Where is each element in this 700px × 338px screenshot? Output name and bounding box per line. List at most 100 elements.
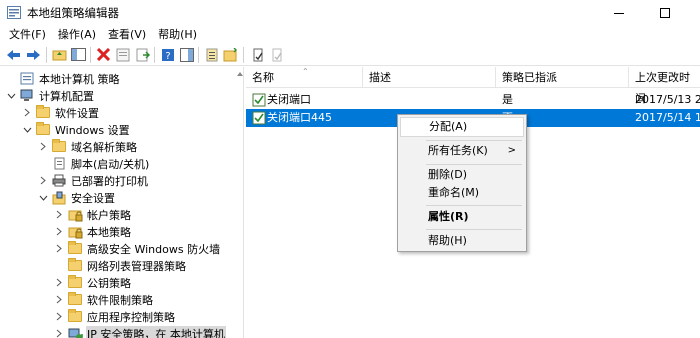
- expand-chevron-icon[interactable]: [21, 104, 33, 121]
- new-policy-icon: [223, 47, 237, 61]
- expand-chevron-icon[interactable]: [53, 308, 65, 325]
- expand-chevron-icon[interactable]: [37, 138, 49, 155]
- minimize-button[interactable]: [596, 0, 642, 25]
- expand-chevron-icon[interactable]: [37, 172, 49, 189]
- window-title: 本地组策略编辑器: [27, 6, 119, 20]
- menu-item-help[interactable]: 帮助(H): [400, 231, 524, 251]
- assign-policy-icon: [253, 48, 263, 61]
- help-button[interactable]: ?: [159, 46, 176, 63]
- tree-node-windows-settings[interactable]: Windows 设置: [21, 121, 131, 138]
- show-action-pane-button[interactable]: [178, 46, 195, 63]
- tree-node-label: 软件设置: [55, 106, 99, 120]
- expand-chevron-icon[interactable]: [53, 240, 65, 257]
- menu-item-delete[interactable]: 删除(D): [400, 165, 524, 185]
- table-row[interactable]: 关闭端口 是 2017/5/13 20: [246, 91, 700, 109]
- collapse-chevron-icon[interactable]: [5, 87, 17, 104]
- column-header-description[interactable]: 描述: [363, 67, 496, 88]
- folder-icon: [67, 275, 83, 290]
- scroll-up-arrow-icon[interactable]: [236, 70, 244, 78]
- row-name: 关闭端口: [267, 93, 311, 106]
- manage-ip-filter-button[interactable]: [203, 46, 220, 63]
- row-modified: 2017/5/13 20: [635, 93, 700, 106]
- tree-node-deployed-printers[interactable]: 已部署的打印机: [37, 172, 149, 189]
- locked-folder-icon: [67, 225, 83, 239]
- policy-editor-app-icon: [7, 6, 21, 19]
- expand-chevron-icon[interactable]: [53, 325, 65, 338]
- expand-chevron-icon[interactable]: [53, 291, 65, 308]
- menu-action[interactable]: 操作(A): [52, 25, 102, 44]
- computer-policy-icon: [19, 72, 35, 86]
- back-arrow-icon: [7, 49, 20, 60]
- menu-item-label: 帮助(H): [428, 234, 467, 247]
- menu-item-label: 删除(D): [428, 168, 468, 181]
- column-header-assigned[interactable]: 策略已指派: [496, 67, 629, 88]
- tree-node-windows-firewall[interactable]: 高级安全 Windows 防火墙: [53, 240, 221, 257]
- expand-chevron-icon[interactable]: [53, 274, 65, 291]
- properties-toolbar-button[interactable]: [114, 46, 131, 63]
- menu-item-rename[interactable]: 重命名(M): [400, 183, 524, 203]
- collapse-chevron-icon[interactable]: [21, 121, 33, 138]
- menu-view[interactable]: 查看(V): [102, 25, 152, 44]
- menu-item-label: 所有任务(K): [428, 144, 488, 157]
- tree-node-label: Windows 设置: [55, 123, 130, 137]
- folder-icon: [35, 122, 51, 137]
- tree-node-local-policies[interactable]: 本地策略: [53, 223, 132, 240]
- folder-up-icon: [52, 50, 67, 61]
- tree-node-network-list-manager[interactable]: 网络列表管理器策略: [53, 257, 187, 274]
- show-hide-tree-button[interactable]: [70, 46, 87, 63]
- unassign-policy-button[interactable]: [268, 46, 285, 63]
- menu-item-label: 属性(R): [428, 210, 469, 223]
- submenu-arrow-icon: >: [507, 145, 516, 156]
- tree-node-ip-security-policies[interactable]: IP 安全策略，在 本地计算机: [53, 325, 226, 338]
- tree-node-label: 网络列表管理器策略: [87, 259, 186, 273]
- tree-node-label: 安全设置: [71, 191, 115, 205]
- export-list-button[interactable]: [134, 46, 151, 63]
- column-header-modified[interactable]: 上次更改时间: [629, 67, 700, 105]
- menu-help[interactable]: 帮助(H): [152, 25, 203, 44]
- menu-item-assign[interactable]: 分配(A): [400, 117, 524, 137]
- up-level-button[interactable]: [51, 46, 68, 63]
- back-button[interactable]: [5, 46, 22, 63]
- column-header-name[interactable]: ⌃ 名称: [246, 67, 363, 88]
- locked-folder-icon: [67, 208, 83, 222]
- tree-node-label: 软件限制策略: [87, 293, 153, 307]
- menu-file[interactable]: 文件(F): [0, 25, 52, 44]
- maximize-button[interactable]: [642, 0, 688, 25]
- menu-separator: [426, 229, 522, 230]
- properties-sheet-icon: [116, 48, 129, 61]
- expand-chevron-icon[interactable]: [53, 206, 65, 223]
- delete-button[interactable]: [95, 46, 112, 63]
- collapse-chevron-icon[interactable]: [37, 189, 49, 206]
- forward-button[interactable]: [25, 46, 42, 63]
- tree-node-label: 已部署的打印机: [71, 174, 148, 188]
- tree-node-local-computer-policy[interactable]: 本地计算机 策略: [5, 70, 121, 87]
- tree-node-software-restriction[interactable]: 软件限制策略: [53, 291, 154, 308]
- tree-node-label: 公钥策略: [87, 276, 131, 290]
- tree-node-account-policies[interactable]: 帐户策略: [53, 206, 132, 223]
- tree-scrollbar[interactable]: [236, 67, 244, 338]
- row-assigned: 是: [502, 93, 513, 106]
- sort-ascending-icon: ⌃: [302, 67, 309, 76]
- folder-icon: [35, 105, 51, 120]
- tree-node-software-settings[interactable]: 软件设置: [21, 104, 100, 121]
- tree-node-computer-config[interactable]: 计算机配置: [5, 87, 95, 104]
- menu-item-properties[interactable]: 属性(R): [400, 207, 524, 227]
- menu-item-all-tasks[interactable]: 所有任务(K) >: [400, 141, 524, 161]
- toolbar-separator: [243, 47, 244, 63]
- menu-item-label: 重命名(M): [428, 186, 480, 199]
- assign-policy-button[interactable]: [249, 46, 266, 63]
- printer-icon: [51, 174, 67, 188]
- tree-node-app-control[interactable]: 应用程序控制策略: [53, 308, 176, 325]
- toolbar: ?: [0, 44, 700, 66]
- minimize-icon: [614, 12, 624, 14]
- create-ip-policy-button[interactable]: [222, 46, 239, 63]
- tree-node-label: 高级安全 Windows 防火墙: [87, 242, 221, 256]
- tree-node-public-key-policies[interactable]: 公钥策略: [53, 274, 132, 291]
- folder-icon: [67, 292, 83, 307]
- export-list-icon: [136, 48, 150, 61]
- tree-node-security-settings[interactable]: 安全设置: [37, 189, 116, 206]
- tree-node-scripts[interactable]: 脚本(启动/关机): [37, 155, 150, 172]
- tree-node-name-resolution-policy[interactable]: 域名解析策略: [37, 138, 138, 155]
- expand-chevron-icon[interactable]: [53, 223, 65, 240]
